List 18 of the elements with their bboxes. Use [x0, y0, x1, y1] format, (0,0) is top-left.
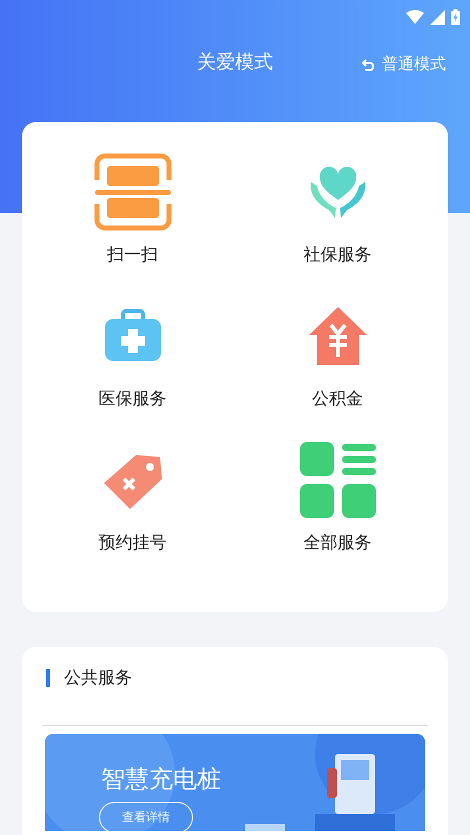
section-marker [46, 668, 50, 687]
service-item[interactable]: 公积金 [312, 386, 363, 412]
section-title: 公共服务 [64, 667, 132, 689]
banner-title: 智慧充电桩 [101, 764, 221, 794]
service-item[interactable]: 全部服务 [304, 530, 372, 556]
wifi-icon [406, 10, 424, 24]
page-title: 关爱模式 [197, 50, 273, 75]
scan-icon [92, 152, 172, 232]
service-item[interactable]: 扫一扫 [107, 242, 158, 268]
return-icon [362, 59, 376, 71]
service-item[interactable]: 预约挂号 [98, 530, 166, 556]
service-item[interactable]: 医保服务 [98, 386, 166, 412]
house-icon [306, 305, 368, 367]
battery-icon [451, 9, 460, 25]
medical-kit-icon [102, 309, 162, 363]
signal-icon [430, 10, 445, 24]
service-item[interactable]: 社保服务 [304, 242, 372, 268]
grid-icon [300, 442, 376, 518]
